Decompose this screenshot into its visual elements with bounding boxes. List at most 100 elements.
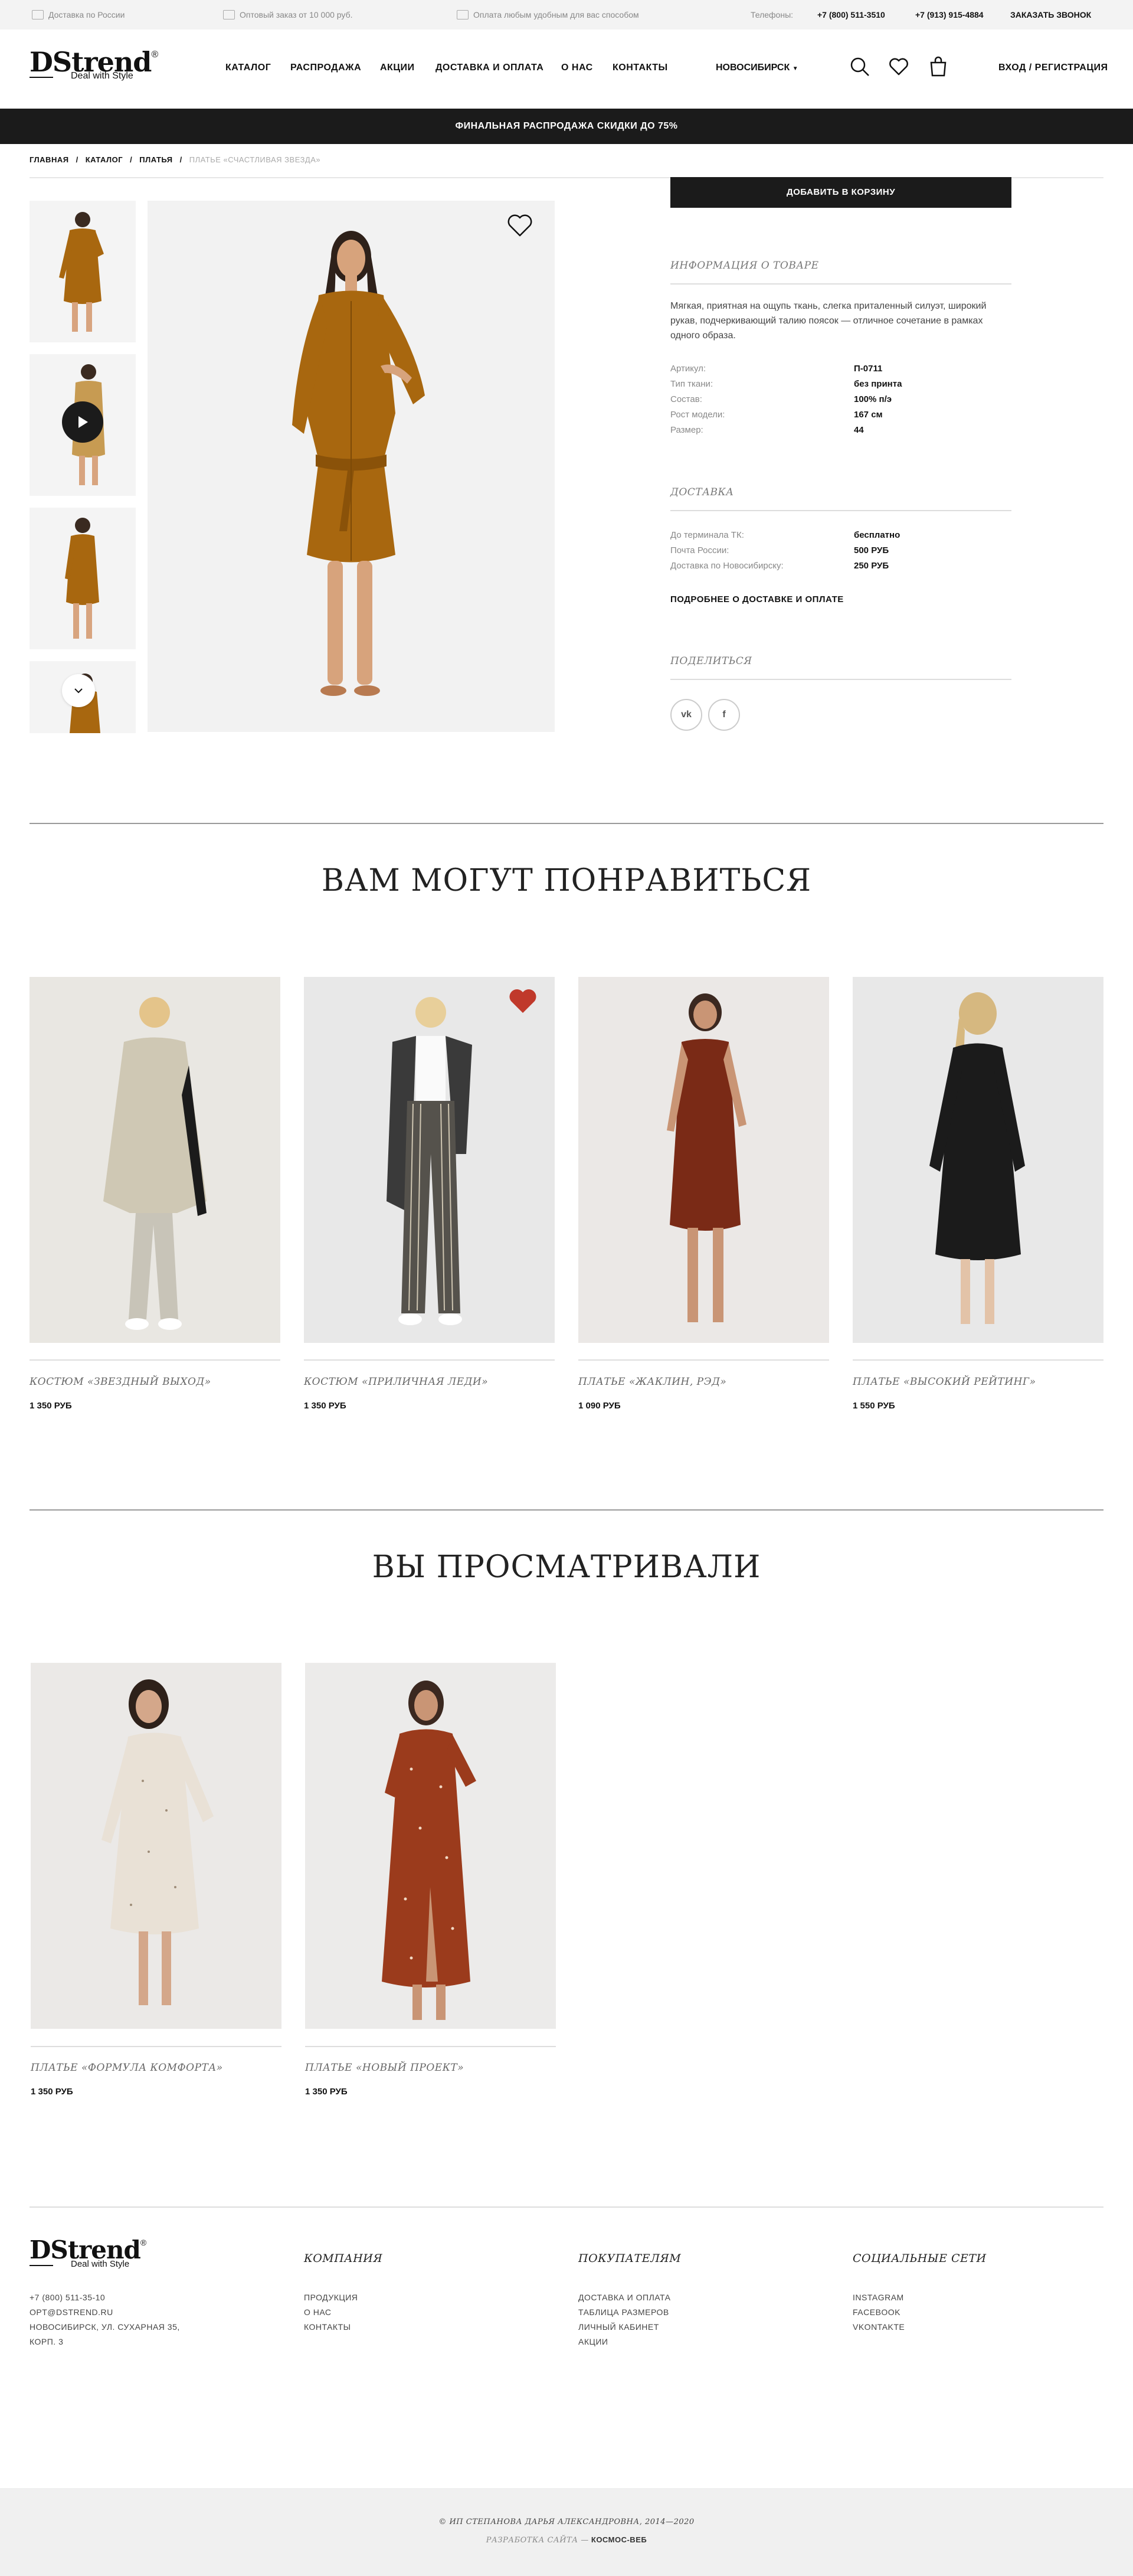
viewed-card-divider-2 <box>305 2046 556 2047</box>
spec-key-composition: Состав: <box>670 394 702 404</box>
nav-promotions[interactable]: АКЦИИ <box>380 63 415 73</box>
footer-link-vkontakte[interactable]: VKONTAKTE <box>853 2320 905 2335</box>
nav-about[interactable]: О НАС <box>561 63 593 73</box>
crumb-home[interactable]: ГЛАВНАЯ <box>30 155 69 164</box>
viewed-card-image-1[interactable] <box>31 1663 281 2029</box>
crumb-current: ПЛАТЬЕ «СЧАСТЛИВАЯ ЗВЕЗДА» <box>189 155 321 164</box>
search-icon[interactable] <box>850 57 870 80</box>
footer-logo-reg-mark: ® <box>140 2237 147 2247</box>
product-card-image-1[interactable] <box>30 977 280 1343</box>
phone-1[interactable]: +7 (800) 511-3510 <box>817 10 885 19</box>
footer-phone[interactable]: +7 (800) 511-35-10 <box>30 2290 180 2305</box>
product-card-name-3[interactable]: ПЛАТЬЕ «ЖАКЛИН, РЭД» <box>578 1376 726 1388</box>
footer-logo[interactable]: DStrend® Deal with Style <box>30 2235 147 2269</box>
footer-company-heading: КОМПАНИЯ <box>304 2252 383 2265</box>
phones-label-text: Телефоны: <box>751 10 794 19</box>
product-card-name-1[interactable]: КОСТЮМ «ЗВЕЗДНЫЙ ВЫХОД» <box>30 1376 211 1388</box>
viewed-card-price-2: 1 350 РУБ <box>305 2087 348 2097</box>
share-divider <box>670 679 1011 680</box>
delivery-text: Доставка по России <box>48 10 125 19</box>
card-divider-3 <box>578 1359 829 1361</box>
phone-2[interactable]: +7 (913) 915-4884 <box>915 10 984 19</box>
city-text[interactable]: НОВОСИБИРСК <box>716 63 790 73</box>
product-card-image-4[interactable] <box>853 977 1103 1343</box>
footer-link-account[interactable]: ЛИЧНЫЙ КАБИНЕТ <box>578 2320 670 2335</box>
card-divider-2 <box>304 1359 555 1361</box>
product-card-name-2[interactable]: КОСТЮМ «ПРИЛИЧНАЯ ЛЕДИ» <box>304 1376 488 1388</box>
card-divider-4 <box>853 1359 1103 1361</box>
footer-link-delivery[interactable]: ДОСТАВКА И ОПЛАТА <box>578 2290 670 2305</box>
delivery-value-post: 500 РУБ <box>854 545 889 555</box>
crumb-dresses[interactable]: ПЛАТЬЯ <box>139 155 172 164</box>
footer-link-promotions[interactable]: АКЦИИ <box>578 2335 670 2349</box>
nav-delivery[interactable]: ДОСТАВКА И ОПЛАТА <box>435 63 543 73</box>
product-card-price-1: 1 350 РУБ <box>30 1401 72 1411</box>
viewed-card-name-1[interactable]: ПЛАТЬЕ «ФОРМУЛА КОМФОРТА» <box>31 2062 223 2074</box>
delivery-more-link[interactable]: ПОДРОБНЕЕ О ДОСТАВКЕ И ОПЛАТЕ <box>670 594 844 604</box>
viewed-card-divider-1 <box>31 2046 281 2047</box>
recommended-title: ВАМ МОГУТ ПОНРАВИТЬСЯ <box>321 863 812 898</box>
wishlist-heart-filled-icon[interactable] <box>507 988 538 1018</box>
viewed-card-image-2[interactable] <box>305 1663 556 2029</box>
product-card-price-2: 1 350 РУБ <box>304 1401 346 1411</box>
footer-buyers-links: ДОСТАВКА И ОПЛАТА ТАБЛИЦА РАЗМЕРОВ ЛИЧНЫ… <box>578 2290 670 2349</box>
footer-social-links: INSTAGRAM FACEBOOK VKONTAKTE <box>853 2290 905 2335</box>
footer-link-contacts[interactable]: КОНТАКТЫ <box>304 2320 358 2335</box>
login-link[interactable]: ВХОД / РЕГИСТРАЦИЯ <box>998 63 1108 73</box>
product-card-name-4[interactable]: ПЛАТЬЕ «ВЫСОКИЙ РЕЙТИНГ» <box>853 1376 1036 1388</box>
spec-value-model-height: 167 см <box>854 410 883 420</box>
thumbnail-1[interactable] <box>30 201 136 342</box>
wishlist-heart-icon[interactable] <box>506 214 533 240</box>
chevron-down-icon[interactable] <box>62 674 95 707</box>
bag-icon[interactable] <box>929 55 948 80</box>
nav-sale[interactable]: РАСПРОДАЖА <box>290 63 361 73</box>
spec-key-model-height: Рост модели: <box>670 410 725 420</box>
delivery-value-city: 250 РУБ <box>854 561 889 571</box>
thumbnail-4[interactable] <box>30 661 136 733</box>
top-info-bar: Доставка по России Оптовый заказ от 10 0… <box>0 0 1133 30</box>
vk-icon: vk <box>681 710 692 720</box>
city-selector[interactable]: НОВОСИБИРСК ▼ <box>716 63 798 73</box>
viewed-card-name-2[interactable]: ПЛАТЬЕ «НОВЫЙ ПРОЕКТ» <box>305 2062 464 2074</box>
footer-address-2: КОРП. 3 <box>30 2337 64 2346</box>
footer-logo-tagline: Deal with Style <box>71 2259 130 2269</box>
spec-value-fabric: без принта <box>854 379 902 389</box>
payment-info: Оплата любым удобным для вас способом <box>457 10 639 19</box>
phone-2-text[interactable]: +7 (913) 915-4884 <box>915 10 984 19</box>
footer-link-products[interactable]: ПРОДУКЦИЯ <box>304 2290 358 2305</box>
footer-developer-link[interactable]: КОСМОС-ВЕБ <box>591 2535 647 2544</box>
footer-email[interactable]: OPT@DSTREND.RU <box>30 2305 180 2320</box>
footer-copyright: © ИП СТЕПАНОВА ДАРЬЯ АЛЕКСАНДРОВНА, 2014… <box>438 2518 695 2526</box>
viewed-card-price-1: 1 350 РУБ <box>31 2087 73 2097</box>
facebook-share-button[interactable]: f <box>708 699 740 731</box>
phone-1-text[interactable]: +7 (800) 511-3510 <box>817 10 885 19</box>
nav-catalog[interactable]: КАТАЛОГ <box>225 63 271 73</box>
callback-text[interactable]: ЗАКАЗАТЬ ЗВОНОК <box>1010 10 1091 19</box>
callback-link[interactable]: ЗАКАЗАТЬ ЗВОНОК <box>1010 10 1091 19</box>
footer-link-sizes[interactable]: ТАБЛИЦА РАЗМЕРОВ <box>578 2305 670 2320</box>
spec-key-article: Артикул: <box>670 364 706 374</box>
product-card-image-3[interactable] <box>578 977 829 1343</box>
nav-contacts[interactable]: КОНТАКТЫ <box>613 63 668 73</box>
thumbnail-video[interactable] <box>30 354 136 496</box>
spec-value-size: 44 <box>854 425 864 435</box>
crumb-catalog[interactable]: КАТАЛОГ <box>86 155 123 164</box>
add-to-cart-button[interactable]: ДОБАВИТЬ В КОРЗИНУ <box>670 177 1011 208</box>
delivery-key-city: Доставка по Новосибирску: <box>670 561 784 571</box>
product-card-image-2[interactable] <box>304 977 555 1343</box>
crumb-sep: / <box>76 155 78 164</box>
delivery-key-post: Почта России: <box>670 545 729 555</box>
product-card-price-3: 1 090 РУБ <box>578 1401 621 1411</box>
heart-icon[interactable] <box>889 58 909 79</box>
wholesale-info: Оптовый заказ от 10 000 руб. <box>223 10 352 19</box>
footer-link-instagram[interactable]: INSTAGRAM <box>853 2290 905 2305</box>
footer-link-facebook[interactable]: FACEBOOK <box>853 2305 905 2320</box>
footer-link-about[interactable]: О НАС <box>304 2305 358 2320</box>
product-main-image[interactable] <box>148 201 555 732</box>
page: Доставка по России Оптовый заказ от 10 0… <box>0 0 1133 2576</box>
thumbnail-3[interactable] <box>30 508 136 649</box>
logo[interactable]: DStrend® Deal with Style <box>30 46 158 81</box>
play-icon[interactable] <box>62 401 103 443</box>
promo-banner[interactable]: ФИНАЛЬНАЯ РАСПРОДАЖА СКИДКИ ДО 75% <box>0 109 1133 144</box>
vk-share-button[interactable]: vk <box>670 699 702 731</box>
